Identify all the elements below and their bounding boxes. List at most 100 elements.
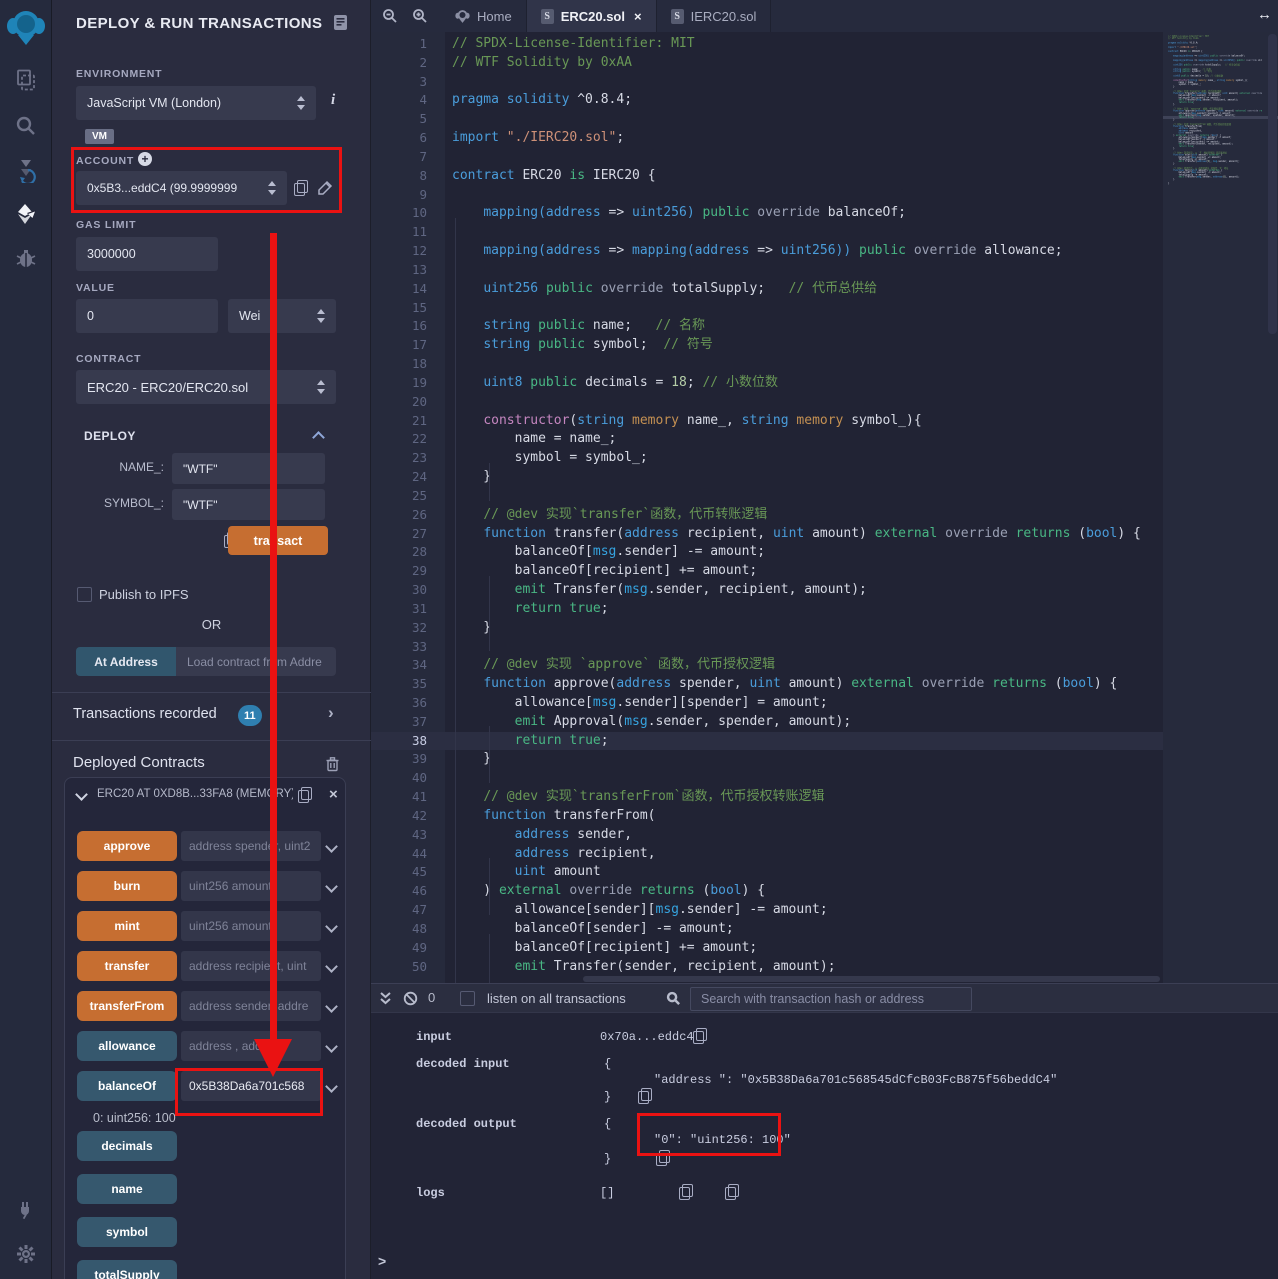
- function-row: approve address spender, uint2: [77, 831, 347, 861]
- indent-guide: [489, 576, 490, 651]
- code-content[interactable]: 1// SPDX-License-Identifier: MIT 2// WTF …: [371, 35, 1163, 976]
- file-explorer-icon[interactable]: [0, 62, 52, 98]
- select-spinner-icon: [317, 309, 325, 323]
- name-button[interactable]: name: [77, 1174, 177, 1204]
- code-line: 18: [371, 355, 1163, 374]
- decoded-output-close-brace: }: [604, 1152, 612, 1166]
- expand-function-icon[interactable]: [325, 959, 338, 973]
- collapse-contract-icon[interactable]: [75, 788, 88, 801]
- balanceOf-args-input[interactable]: 0x5B38Da6a701c568: [181, 1071, 321, 1101]
- code-line: 43 address sender,: [371, 826, 1163, 845]
- name-field-input[interactable]: "WTF": [172, 453, 325, 484]
- settings-gear-icon[interactable]: [0, 1236, 52, 1272]
- contract-select[interactable]: ERC20 - ERC20/ERC20.sol: [76, 370, 336, 404]
- terminal-prompt[interactable]: >: [378, 1253, 386, 1269]
- deploy-run-panel: DEPLOY & RUN TRANSACTIONS ENVIRONMENT Ja…: [52, 0, 371, 1279]
- balanceOf-button[interactable]: balanceOf: [77, 1071, 177, 1101]
- approve-args-input[interactable]: address spender, uint2: [181, 831, 321, 861]
- deploy-run-icon[interactable]: [0, 196, 52, 232]
- code-line: 19 uint8 public decimals = 18; // 小数位数: [371, 374, 1163, 393]
- allowance-button[interactable]: allowance: [77, 1031, 177, 1061]
- tab-home[interactable]: Home: [441, 0, 527, 32]
- terminal-search-input[interactable]: Search with transaction hash or address: [690, 987, 972, 1011]
- collapse-deploy-icon[interactable]: [312, 431, 325, 444]
- expand-function-icon[interactable]: [325, 1079, 338, 1093]
- expand-function-icon[interactable]: [325, 999, 338, 1013]
- line-number: 24: [411, 469, 427, 485]
- tab-erc20-sol[interactable]: S ERC20.sol ×: [526, 0, 657, 32]
- totalSupply-button[interactable]: totalSupply: [77, 1260, 177, 1279]
- transferFrom-button[interactable]: transferFrom: [77, 991, 177, 1021]
- copy-account-icon[interactable]: [294, 180, 308, 196]
- at-address-input[interactable]: Load contract from Addre: [176, 647, 336, 676]
- copy-contract-address-icon[interactable]: [298, 787, 312, 803]
- line-number: 45: [411, 864, 427, 880]
- deployed-contract-title: ERC20 AT 0XD8B...33FA8 (MEMORY): [97, 788, 293, 800]
- expand-function-icon[interactable]: [325, 839, 338, 853]
- expand-transactions-icon[interactable]: ›: [328, 703, 334, 723]
- line-number: 6: [419, 130, 427, 146]
- transferFrom-args-input[interactable]: address sender, addre: [181, 991, 321, 1021]
- decimals-button[interactable]: decimals: [77, 1131, 177, 1161]
- clear-console-icon[interactable]: [403, 991, 418, 1011]
- transfer-args-input[interactable]: address recipient, uint: [181, 951, 321, 981]
- expand-terminal-icon[interactable]: [379, 991, 392, 1011]
- transact-button[interactable]: transact: [228, 526, 328, 555]
- add-account-icon[interactable]: +: [138, 152, 152, 166]
- search-icon[interactable]: [0, 108, 52, 144]
- copy-logs-icon[interactable]: [679, 1184, 694, 1200]
- burn-button[interactable]: burn: [77, 871, 177, 901]
- symbol-field-input[interactable]: "WTF": [172, 489, 325, 520]
- value-unit-select[interactable]: Wei: [228, 299, 336, 333]
- editor-vertical-scrollbar[interactable]: [1268, 34, 1277, 334]
- listen-all-tx-checkbox[interactable]: [460, 991, 475, 1006]
- expand-function-icon[interactable]: [325, 879, 338, 893]
- select-spinner-icon: [297, 96, 305, 110]
- remove-contract-icon[interactable]: ×: [329, 787, 338, 802]
- at-address-button[interactable]: At Address: [76, 647, 176, 676]
- sign-message-icon[interactable]: [317, 180, 333, 201]
- code-line: 22 name = name_;: [371, 430, 1163, 449]
- allowance-args-input[interactable]: address , address: [181, 1031, 321, 1061]
- burn-args-input[interactable]: uint256 amount: [181, 871, 321, 901]
- documentation-icon[interactable]: [332, 14, 349, 36]
- remix-home-icon: [455, 9, 470, 23]
- gas-limit-input[interactable]: 3000000: [76, 237, 218, 271]
- close-tab-icon[interactable]: ×: [634, 9, 642, 24]
- solidity-file-icon: S: [540, 8, 554, 24]
- publish-ipfs-checkbox[interactable]: [77, 587, 92, 602]
- debugger-icon[interactable]: [0, 240, 52, 276]
- zoom-out-icon[interactable]: [375, 0, 405, 32]
- environment-info-icon[interactable]: i: [331, 92, 335, 109]
- account-select[interactable]: 0x5B3...eddC4 (99.9999999: [76, 171, 287, 205]
- copy-raw-logs-icon[interactable]: [724, 1184, 739, 1200]
- environment-select[interactable]: JavaScript VM (London): [76, 86, 316, 120]
- symbol-button[interactable]: symbol: [77, 1217, 177, 1247]
- mint-button[interactable]: mint: [77, 911, 177, 941]
- copy-input-icon[interactable]: [693, 1028, 707, 1044]
- editor-horizontal-scrollbar[interactable]: [583, 976, 1160, 982]
- plugin-manager-icon[interactable]: [0, 1192, 52, 1228]
- line-number: 34: [411, 657, 427, 673]
- indent-guide: [489, 858, 490, 915]
- minimap[interactable]: // SPDX-License-Identifier: MIT// WTF So…: [1168, 35, 1262, 335]
- expand-function-icon[interactable]: [325, 919, 338, 933]
- editor-body[interactable]: 1// SPDX-License-Identifier: MIT 2// WTF …: [371, 32, 1278, 983]
- copy-decoded-input-icon[interactable]: [638, 1088, 653, 1104]
- icon-rail: [0, 0, 52, 1279]
- line-number: 48: [411, 920, 427, 936]
- code-line: 5: [371, 110, 1163, 129]
- tab-ierc20-sol[interactable]: S IERC20.sol: [657, 0, 772, 32]
- deployed-contracts-header: Deployed Contracts: [73, 754, 205, 771]
- approve-button[interactable]: approve: [77, 831, 177, 861]
- solidity-compiler-icon[interactable]: [0, 152, 52, 188]
- resize-panel-icon[interactable]: ↔: [1257, 6, 1272, 23]
- transfer-button[interactable]: transfer: [77, 951, 177, 981]
- mint-args-input[interactable]: uint256 amount: [181, 911, 321, 941]
- remix-logo[interactable]: [0, 6, 52, 50]
- copy-decoded-output-icon[interactable]: [655, 1150, 670, 1166]
- zoom-in-icon[interactable]: [405, 0, 435, 32]
- clear-deployed-trash-icon[interactable]: [325, 756, 340, 777]
- value-input[interactable]: 0: [76, 299, 218, 333]
- expand-function-icon[interactable]: [325, 1039, 338, 1053]
